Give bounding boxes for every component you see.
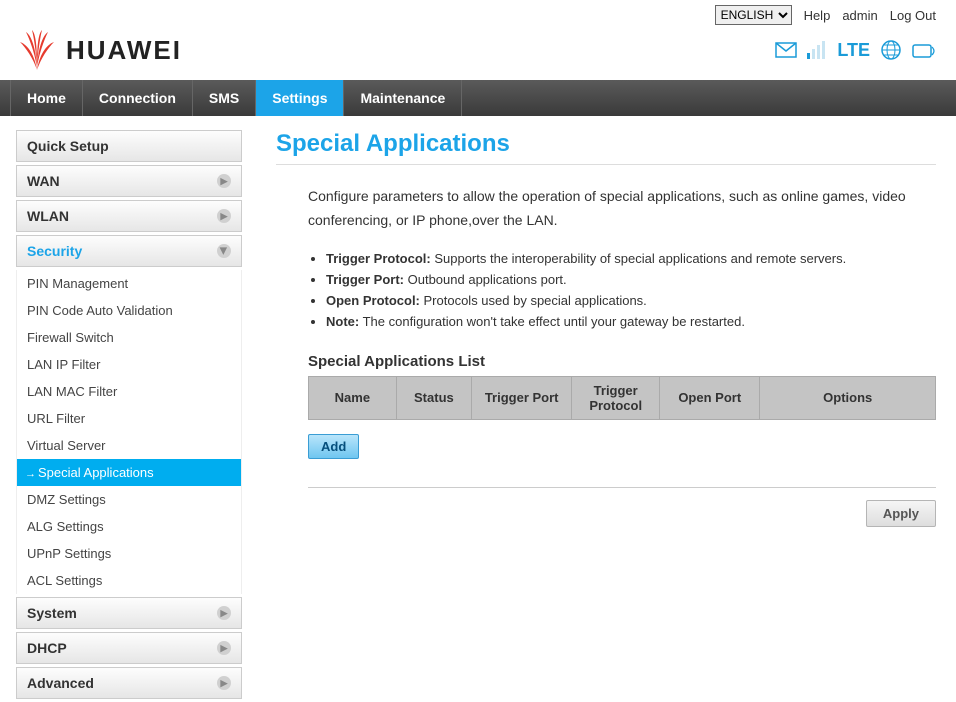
chevron-right-icon: ▶ <box>217 676 231 690</box>
sidebar-item-upnp-settings[interactable]: UPnP Settings <box>17 540 241 567</box>
logout-link[interactable]: Log Out <box>890 8 936 23</box>
chevron-right-icon: ▶ <box>217 641 231 655</box>
sidebar-item-pin-management[interactable]: PIN Management <box>17 270 241 297</box>
col-open-port: Open Port <box>660 376 760 419</box>
list-title: Special Applications List <box>308 353 936 370</box>
sidebar-wlan[interactable]: WLAN ▶ <box>16 200 242 232</box>
info-list: Trigger Protocol: Supports the interoper… <box>326 251 936 329</box>
sidebar-item-pin-code-auto-validation[interactable]: PIN Code Auto Validation <box>17 297 241 324</box>
info-item: Note: The configuration won't take effec… <box>326 314 936 329</box>
sidebar-item-special-applications[interactable]: Special Applications <box>17 459 241 486</box>
page-description: Configure parameters to allow the operat… <box>308 185 936 233</box>
sidebar-wan[interactable]: WAN ▶ <box>16 165 242 197</box>
main-content: Special Applications Configure parameter… <box>276 130 946 702</box>
sidebar-item-firewall-switch[interactable]: Firewall Switch <box>17 324 241 351</box>
page-title: Special Applications <box>276 130 936 158</box>
help-link[interactable]: Help <box>804 8 831 23</box>
sidebar-dhcp[interactable]: DHCP ▶ <box>16 632 242 664</box>
signal-icon <box>807 41 827 59</box>
nav-sms[interactable]: SMS <box>193 80 256 116</box>
applications-table: Name Status Trigger Port Trigger Protoco… <box>308 376 936 420</box>
sidebar-item-lan-ip-filter[interactable]: LAN IP Filter <box>17 351 241 378</box>
info-item: Trigger Port: Outbound applications port… <box>326 272 936 287</box>
brand-text: HUAWEI <box>66 35 182 66</box>
nav-maintenance[interactable]: Maintenance <box>344 80 462 116</box>
chevron-right-icon: ▶ <box>217 606 231 620</box>
chevron-right-icon: ▶ <box>217 174 231 188</box>
user-link[interactable]: admin <box>842 8 877 23</box>
nav-settings[interactable]: Settings <box>256 80 344 116</box>
sidebar-security-items: PIN Management PIN Code Auto Validation … <box>16 270 242 594</box>
info-item: Open Protocol: Protocols used by special… <box>326 293 936 308</box>
divider <box>276 164 936 165</box>
sidebar-item-dmz-settings[interactable]: DMZ Settings <box>17 486 241 513</box>
sidebar-label: WAN <box>27 173 60 189</box>
sidebar-advanced[interactable]: Advanced ▶ <box>16 667 242 699</box>
apply-button[interactable]: Apply <box>866 500 936 527</box>
chevron-down-icon: ▶ <box>217 244 231 258</box>
wifi-device-icon <box>912 41 936 59</box>
divider <box>308 487 936 488</box>
sidebar-label: Advanced <box>27 675 94 691</box>
globe-icon <box>880 39 902 61</box>
logo: HUAWEI <box>16 30 182 70</box>
sidebar-item-lan-mac-filter[interactable]: LAN MAC Filter <box>17 378 241 405</box>
nav-connection[interactable]: Connection <box>83 80 193 116</box>
lte-label: LTE <box>837 40 870 61</box>
sidebar-quick-setup[interactable]: Quick Setup <box>16 130 242 162</box>
status-icons: LTE <box>775 39 936 61</box>
sidebar-security[interactable]: Security ▶ <box>16 235 242 267</box>
sidebar: Quick Setup WAN ▶ WLAN ▶ Security ▶ PIN … <box>16 130 242 702</box>
col-name: Name <box>309 376 397 419</box>
col-trigger-port: Trigger Port <box>472 376 572 419</box>
nav-home[interactable]: Home <box>10 80 83 116</box>
chevron-right-icon: ▶ <box>217 209 231 223</box>
sidebar-label: Quick Setup <box>27 138 109 154</box>
main-nav: Home Connection SMS Settings Maintenance <box>0 80 956 116</box>
mail-icon <box>775 42 797 58</box>
language-select[interactable]: ENGLISH <box>715 5 792 25</box>
sidebar-label: DHCP <box>27 640 67 656</box>
sidebar-item-alg-settings[interactable]: ALG Settings <box>17 513 241 540</box>
sidebar-item-virtual-server[interactable]: Virtual Server <box>17 432 241 459</box>
sidebar-label: System <box>27 605 77 621</box>
huawei-icon <box>16 30 58 70</box>
add-button[interactable]: Add <box>308 434 359 459</box>
info-item: Trigger Protocol: Supports the interoper… <box>326 251 936 266</box>
col-status: Status <box>396 376 471 419</box>
sidebar-label: Security <box>27 243 82 259</box>
sidebar-label: WLAN <box>27 208 69 224</box>
sidebar-item-url-filter[interactable]: URL Filter <box>17 405 241 432</box>
col-options: Options <box>760 376 936 419</box>
sidebar-system[interactable]: System ▶ <box>16 597 242 629</box>
col-trigger-protocol: Trigger Protocol <box>572 376 660 419</box>
sidebar-item-acl-settings[interactable]: ACL Settings <box>17 567 241 594</box>
